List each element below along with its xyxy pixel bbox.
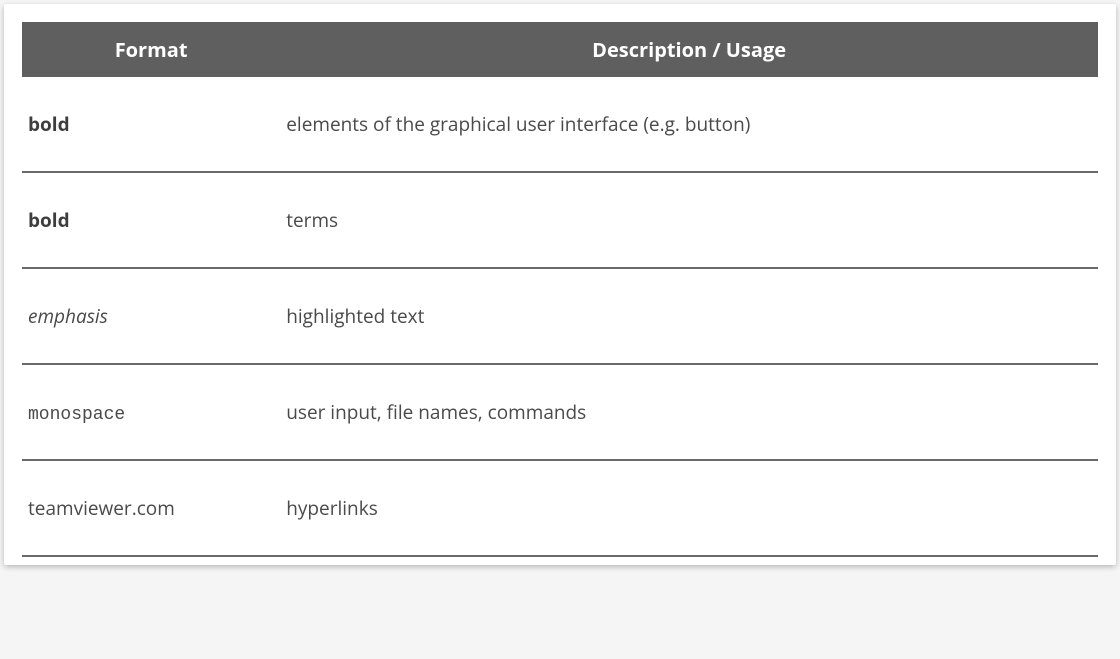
description-cell: highlighted text bbox=[280, 268, 1098, 364]
format-sample-link: teamviewer.com bbox=[28, 495, 175, 521]
description-cell: hyperlinks bbox=[280, 460, 1098, 556]
description-cell: elements of the graphical user interface… bbox=[280, 77, 1098, 172]
format-cell: teamviewer.com bbox=[22, 460, 280, 556]
table-row: bold terms bbox=[22, 172, 1098, 268]
format-cell: monospace bbox=[22, 364, 280, 460]
header-format: Format bbox=[22, 22, 280, 77]
description-cell: terms bbox=[280, 172, 1098, 268]
table-header-row: Format Description / Usage bbox=[22, 22, 1098, 77]
table-row: monospace user input, file names, comman… bbox=[22, 364, 1098, 460]
format-sample-monospace: monospace bbox=[28, 405, 125, 425]
formatting-table: Format Description / Usage bold elements… bbox=[22, 22, 1098, 557]
header-description: Description / Usage bbox=[280, 22, 1098, 77]
description-cell: user input, file names, commands bbox=[280, 364, 1098, 460]
table-row: emphasis highlighted text bbox=[22, 268, 1098, 364]
format-sample-bold: bold bbox=[28, 111, 70, 137]
format-sample-emphasis: emphasis bbox=[28, 303, 108, 329]
format-cell: bold bbox=[22, 77, 280, 172]
table-row: teamviewer.com hyperlinks bbox=[22, 460, 1098, 556]
format-cell: emphasis bbox=[22, 268, 280, 364]
table-row: bold elements of the graphical user inte… bbox=[22, 77, 1098, 172]
format-cell: bold bbox=[22, 172, 280, 268]
format-sample-bold: bold bbox=[28, 207, 70, 233]
formatting-table-card: Format Description / Usage bold elements… bbox=[4, 4, 1116, 565]
